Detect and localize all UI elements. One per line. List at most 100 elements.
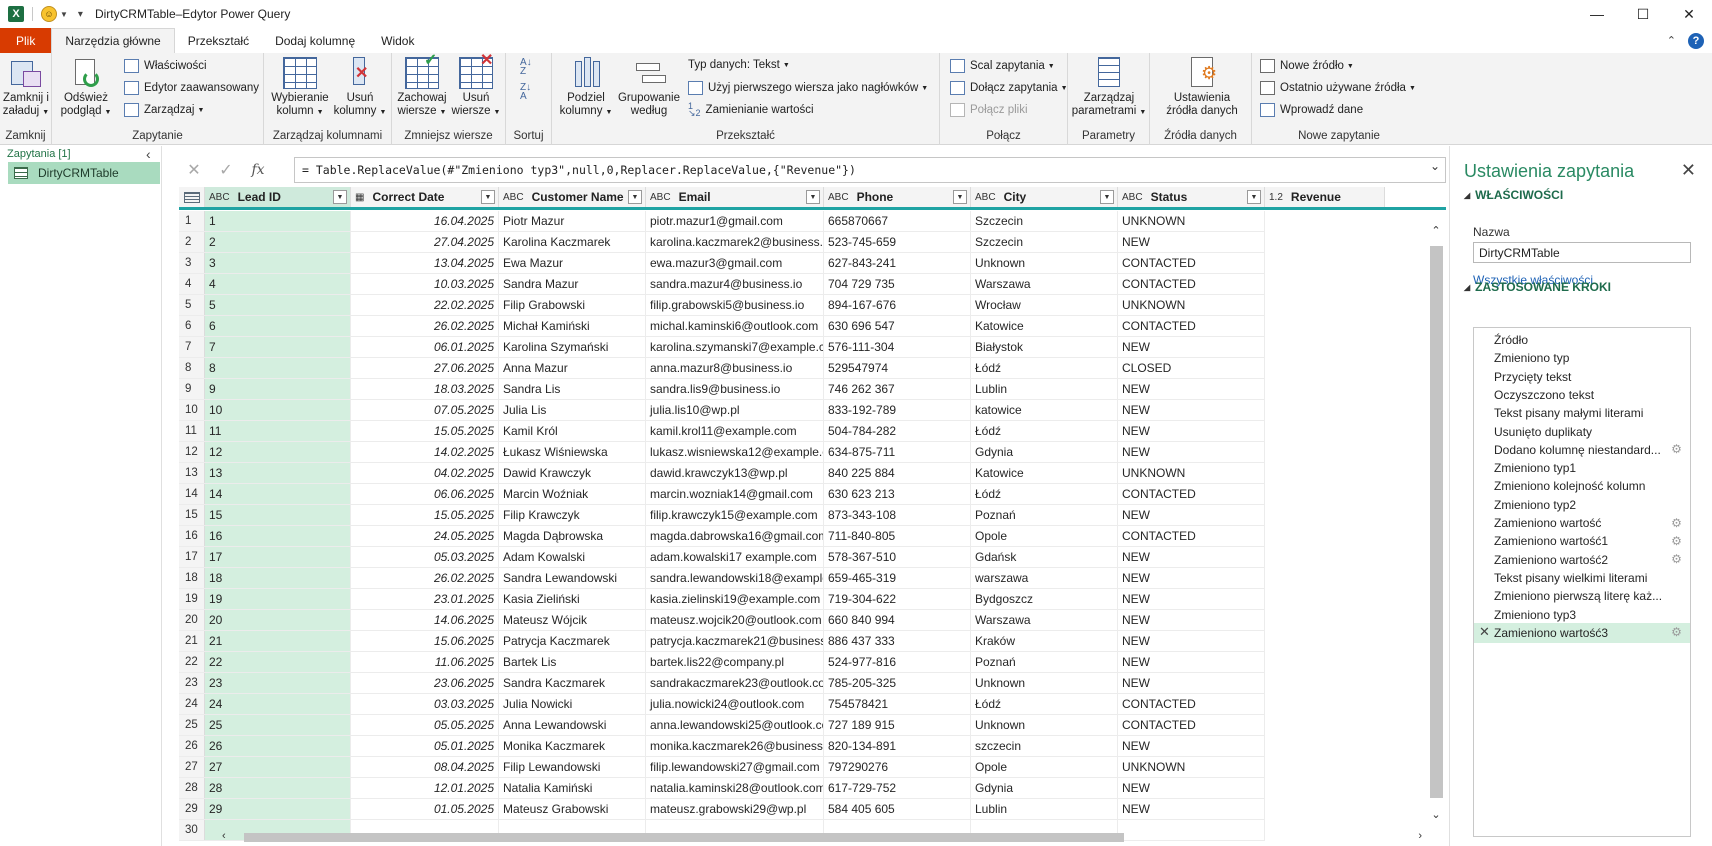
sort-descending-button[interactable]: Z↓ A [520,83,531,102]
scroll-left-icon[interactable]: ‹ [222,830,226,842]
minimize-button[interactable]: — [1574,0,1620,28]
table-cell[interactable]: Filip Lewandowski [499,757,646,777]
table-cell[interactable]: 833-192-789 [824,400,971,420]
table-cell[interactable]: 14 [205,484,351,504]
table-cell[interactable]: filip.grabowski5@business.io [646,295,824,315]
table-cell[interactable]: karolina.kaczmarek2@business.io [646,232,824,252]
table-cell[interactable]: 13.04.2025 [351,253,499,273]
table-cell[interactable]: 17 [205,547,351,567]
table-cell[interactable]: CONTACTED [1118,316,1265,336]
merge-queries-button[interactable]: Scal zapytania ▼ [950,59,1055,73]
table-cell[interactable]: Poznań [971,652,1118,672]
table-cell[interactable]: 04.02.2025 [351,463,499,483]
row-number[interactable]: 4 [179,274,205,294]
row-number[interactable]: 22 [179,652,205,672]
table-row[interactable]: 17 17 05.03.2025 Adam Kowalski adam.kowalski… [179,547,1265,568]
table-cell[interactable]: dawid.krawczyk13@wp.pl [646,463,824,483]
applied-step[interactable]: Zmieniono pierwszą literę każ... [1474,586,1690,606]
table-cell[interactable]: mateusz.wojcik20@outlook.com [646,610,824,630]
table-cell[interactable]: Łódź [971,694,1118,714]
table-cell[interactable]: 746 262 367 [824,379,971,399]
table-cell[interactable]: Bydgoszcz [971,589,1118,609]
table-cell[interactable]: NEW [1118,505,1265,525]
date-type-icon[interactable]: ▦ [355,192,364,203]
tab-widok[interactable]: Widok [368,28,427,53]
table-cell[interactable]: Poznań [971,505,1118,525]
table-cell[interactable]: Magda Dąbrowska [499,526,646,546]
new-source-button[interactable]: Nowe źródło ▼ [1260,59,1354,73]
row-number[interactable]: 13 [179,463,205,483]
chevron-down-icon[interactable]: ▼ [60,10,68,19]
keep-rows-button[interactable]: ✓ Zachowaj wiersze ▼ [396,53,448,119]
table-cell[interactable]: 06.06.2025 [351,484,499,504]
gear-icon[interactable]: ⚙ [1670,625,1683,639]
cancel-formula-icon[interactable]: ✕ [178,155,210,185]
table-cell[interactable]: Łukasz Wiśniewska [499,442,646,462]
table-cell[interactable]: sandrakaczmarek23@outlook.com [646,673,824,693]
row-number[interactable]: 20 [179,610,205,630]
table-cell[interactable]: 820-134-891 [824,736,971,756]
table-cell[interactable]: 16.04.2025 [351,211,499,231]
table-cell[interactable]: warszawa [971,568,1118,588]
table-cell[interactable]: 524-977-816 [824,652,971,672]
table-cell[interactable]: Dawid Krawczyk [499,463,646,483]
table-cell[interactable]: 7 [205,337,351,357]
table-cell[interactable]: Lublin [971,379,1118,399]
table-row[interactable]: 16 16 24.05.2025 Magda Dąbrowska magda.dabro… [179,526,1265,547]
table-row[interactable]: 15 15 15.05.2025 Filip Krawczyk filip.krawcz… [179,505,1265,526]
query-item-dirtycrmtable[interactable]: DirtyCRMTable [8,162,160,184]
table-cell[interactable]: 894-167-676 [824,295,971,315]
row-number[interactable]: 28 [179,778,205,798]
table-row[interactable]: 24 24 03.03.2025 Julia Nowicki julia.nowicki… [179,694,1265,715]
table-cell[interactable]: NEW [1118,652,1265,672]
row-number[interactable]: 2 [179,232,205,252]
table-cell[interactable]: UNKNOWN [1118,211,1265,231]
table-cell[interactable]: 5 [205,295,351,315]
table-row[interactable]: 9 9 18.03.2025 Sandra Lis sandra.lis9@busine… [179,379,1265,400]
filter-dropdown-icon[interactable]: ▼ [481,190,495,204]
table-row[interactable]: 8 8 27.06.2025 Anna Mazur anna.mazur8@busine… [179,358,1265,379]
table-cell[interactable]: 12.01.2025 [351,778,499,798]
help-icon[interactable]: ? [1688,32,1704,49]
table-cell[interactable]: Julia Lis [499,400,646,420]
table-cell[interactable]: Szczecin [971,232,1118,252]
table-row[interactable]: 3 3 13.04.2025 Ewa Mazur ewa.mazur3@gmail.co… [179,253,1265,274]
smiley-feedback-icon[interactable]: ☺ [41,6,57,22]
scroll-thumb[interactable] [1430,246,1443,798]
table-cell[interactable]: 20 [205,610,351,630]
table-cell[interactable]: 26.02.2025 [351,316,499,336]
table-cell[interactable]: Unknown [971,673,1118,693]
table-cell[interactable]: 25 [205,715,351,735]
table-cell[interactable]: Michał Kamiński [499,316,646,336]
gear-icon[interactable]: ⚙ [1670,516,1683,530]
row-number[interactable]: 17 [179,547,205,567]
table-cell[interactable]: 05.01.2025 [351,736,499,756]
table-cell[interactable]: NEW [1118,400,1265,420]
text-type-icon[interactable]: ABC [209,192,230,203]
applied-step[interactable]: Tekst pisany wielkimi literami [1474,568,1690,588]
formula-input[interactable]: = Table.ReplaceValue(#"Zmieniono typ3",n… [294,157,1446,183]
gear-icon[interactable]: ⚙ [1670,552,1683,566]
table-cell[interactable]: 627-843-241 [824,253,971,273]
text-type-icon[interactable]: ABC [975,192,996,203]
table-cell[interactable]: 630 623 213 [824,484,971,504]
table-row[interactable]: 13 13 04.02.2025 Dawid Krawczyk dawid.krawcz… [179,463,1265,484]
applied-step[interactable]: Zmieniono typ2 [1474,495,1690,515]
table-cell[interactable]: NEW [1118,379,1265,399]
row-number[interactable]: 23 [179,673,205,693]
table-cell[interactable]: 07.05.2025 [351,400,499,420]
table-cell[interactable]: 18.03.2025 [351,379,499,399]
advanced-editor-button[interactable]: Edytor zaawansowany [124,81,259,95]
filter-dropdown-icon[interactable]: ▼ [628,190,642,204]
table-cell[interactable]: 584 405 605 [824,799,971,819]
table-cell[interactable]: NEW [1118,232,1265,252]
table-cell[interactable]: 22 [205,652,351,672]
table-cell[interactable]: NEW [1118,673,1265,693]
replace-values-button[interactable]: 1 ↘2 Zamienianie wartości [688,102,814,118]
table-cell[interactable]: Gdańsk [971,547,1118,567]
table-cell[interactable]: 10.03.2025 [351,274,499,294]
table-cell[interactable]: 3 [205,253,351,273]
table-cell[interactable]: Lublin [971,799,1118,819]
table-cell[interactable]: adam.kowalski17 example.com [646,547,824,567]
tab-przeksztalc[interactable]: Przekształć [175,28,262,53]
